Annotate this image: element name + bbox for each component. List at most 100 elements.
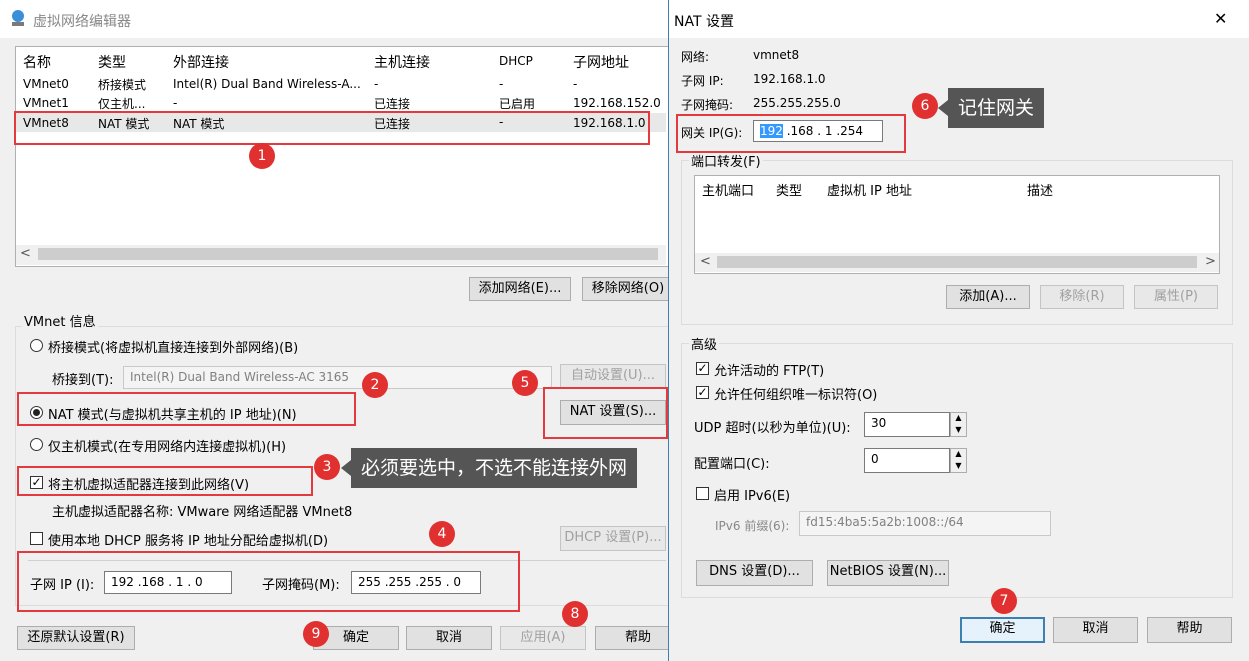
- cell: Intel(R) Dual Band Wireless-A...: [173, 77, 361, 91]
- step-badge-3: 3: [314, 454, 340, 480]
- app-icon: [9, 9, 27, 27]
- step-badge-1: 1: [249, 143, 275, 169]
- col-name[interactable]: 名称: [23, 52, 51, 72]
- config-port-field[interactable]: 0: [864, 448, 950, 473]
- highlight-gateway: [676, 114, 906, 153]
- dns-settings-button[interactable]: DNS 设置(D)...: [696, 560, 813, 586]
- subnet-mask-label: 子网掩码:: [681, 98, 734, 112]
- step-badge-6: 6: [912, 93, 938, 119]
- spin-down-icon[interactable]: ▼: [951, 461, 966, 473]
- step-badge-4: 4: [429, 521, 455, 547]
- nat-cancel-button[interactable]: 取消: [1053, 617, 1138, 643]
- allow-oui-label[interactable]: 允许任何组织唯一标识符(O): [714, 384, 877, 403]
- pf-remove-button[interactable]: 移除(R): [1040, 285, 1124, 309]
- config-port-label: 配置端口(C):: [694, 457, 770, 472]
- cell: -: [374, 77, 379, 91]
- allow-ftp-checkbox[interactable]: ✓: [696, 362, 709, 375]
- subnet-ip-label: 子网 IP:: [681, 74, 724, 88]
- allow-oui-checkbox[interactable]: ✓: [696, 386, 709, 399]
- col-external[interactable]: 外部连接: [173, 52, 229, 72]
- pf-col-type[interactable]: 类型: [776, 180, 802, 199]
- cancel-button[interactable]: 取消: [406, 626, 492, 650]
- pf-properties-button[interactable]: 属性(P): [1134, 285, 1218, 309]
- pf-col-host-port[interactable]: 主机端口: [702, 180, 754, 199]
- nat-title-bar: [669, 0, 1249, 38]
- scroll-left-icon[interactable]: <: [20, 246, 31, 261]
- host-only-label[interactable]: 仅主机模式(在专用网络内连接虚拟机)(H): [48, 436, 286, 455]
- bridge-mode-radio[interactable]: [30, 339, 43, 352]
- udp-timeout-spinner[interactable]: ▲ ▼: [950, 412, 967, 437]
- col-subnet[interactable]: 子网地址: [573, 52, 629, 72]
- network-label: 网络:: [681, 50, 710, 64]
- highlight-nat-settings-button: [543, 387, 668, 439]
- cell: VMnet1: [23, 96, 69, 110]
- cell: -: [173, 96, 178, 110]
- close-icon[interactable]: ✕: [1214, 9, 1227, 28]
- callout-remember-gateway: 记住网关: [937, 88, 1045, 128]
- step-badge-9: 9: [303, 621, 329, 647]
- cell: VMnet0: [23, 77, 69, 91]
- col-host[interactable]: 主机连接: [374, 52, 430, 72]
- enable-ipv6-checkbox[interactable]: [696, 487, 709, 500]
- callout-connect-adapter: 必须要选中，不选不能连接外网: [340, 448, 638, 488]
- host-only-radio[interactable]: [30, 438, 43, 451]
- network-value: vmnet8: [753, 48, 800, 62]
- ipv6-prefix-field[interactable]: fd15:4ba5:5a2b:1008::/64: [799, 511, 1051, 536]
- scroll-left-icon[interactable]: <: [700, 254, 711, 269]
- dhcp-settings-button[interactable]: DHCP 设置(P)...: [560, 526, 666, 551]
- bridge-to-label: 桥接到(T):: [52, 373, 114, 388]
- step-badge-5: 5: [512, 370, 538, 396]
- bridge-to-select[interactable]: Intel(R) Dual Band Wireless-AC 3165: [123, 366, 552, 389]
- netbios-settings-button[interactable]: NetBIOS 设置(N)...: [827, 560, 949, 586]
- window-title: 虚拟网络编辑器: [33, 14, 131, 30]
- allow-ftp-label[interactable]: 允许活动的 FTP(T): [714, 360, 824, 379]
- nat-ok-button[interactable]: 确定: [960, 617, 1045, 643]
- step-badge-7: 7: [991, 588, 1017, 614]
- subnet-ip-value: 192.168.1.0: [753, 72, 826, 86]
- scroll-thumb[interactable]: [38, 248, 658, 260]
- use-local-dhcp-label[interactable]: 使用本地 DHCP 服务将 IP 地址分配给虚拟机(D): [48, 530, 328, 549]
- col-type[interactable]: 类型: [98, 52, 126, 72]
- highlight-connect-adapter: [17, 466, 313, 496]
- pf-col-vm-ip[interactable]: 虚拟机 IP 地址: [827, 180, 912, 199]
- col-dhcp[interactable]: DHCP: [499, 54, 533, 68]
- nat-help-button[interactable]: 帮助: [1147, 617, 1232, 643]
- spin-down-icon[interactable]: ▼: [951, 425, 966, 437]
- remove-network-button[interactable]: 移除网络(O): [582, 277, 674, 301]
- add-network-button[interactable]: 添加网络(E)...: [469, 277, 571, 301]
- subnet-mask-value: 255.255.255.0: [753, 96, 841, 110]
- cell: -: [573, 77, 578, 91]
- scroll-right-icon[interactable]: >: [1205, 254, 1216, 269]
- pf-add-button[interactable]: 添加(A)...: [946, 285, 1030, 309]
- table-hscrollbar[interactable]: <: [16, 245, 666, 265]
- pf-col-desc[interactable]: 描述: [1027, 180, 1053, 199]
- highlight-vmnet8-row: [14, 111, 650, 145]
- enable-ipv6-label[interactable]: 启用 IPv6(E): [714, 485, 790, 504]
- apply-button[interactable]: 应用(A): [500, 626, 586, 650]
- cell: -: [499, 77, 504, 91]
- step-badge-8: 8: [562, 601, 588, 627]
- cell: 192.168.152.0: [573, 96, 661, 110]
- port-forwarding-label: 端口转发(F): [689, 151, 763, 170]
- restore-defaults-button[interactable]: 还原默认设置(R): [17, 626, 135, 650]
- bridge-mode-label[interactable]: 桥接模式(将虚拟机直接连接到外部网络)(B): [48, 337, 298, 356]
- config-port-spinner[interactable]: ▲ ▼: [950, 448, 967, 473]
- cell: 已启用: [499, 97, 536, 111]
- ipv6-prefix-label: IPv6 前缀(6):: [715, 519, 790, 533]
- cell: 已连接: [374, 97, 411, 111]
- host-adapter-name: 主机虚拟适配器名称: VMware 网络适配器 VMnet8: [52, 505, 353, 520]
- spin-up-icon[interactable]: ▲: [951, 449, 966, 461]
- cell: 仅主机...: [98, 97, 146, 111]
- nat-dialog-title: NAT 设置: [674, 14, 734, 30]
- auto-settings-button[interactable]: 自动设置(U)...: [560, 364, 666, 389]
- use-local-dhcp-checkbox[interactable]: [30, 532, 43, 545]
- pf-hscrollbar[interactable]: < >: [695, 253, 1219, 272]
- scroll-thumb[interactable]: [717, 256, 1197, 268]
- step-badge-2: 2: [362, 372, 388, 398]
- highlight-nat-mode: [17, 392, 356, 426]
- udp-timeout-label: UDP 超时(以秒为单位)(U):: [694, 421, 851, 436]
- spin-up-icon[interactable]: ▲: [951, 413, 966, 425]
- highlight-subnet: [17, 551, 520, 612]
- cell: 桥接模式: [98, 78, 147, 92]
- udp-timeout-field[interactable]: 30: [864, 412, 950, 437]
